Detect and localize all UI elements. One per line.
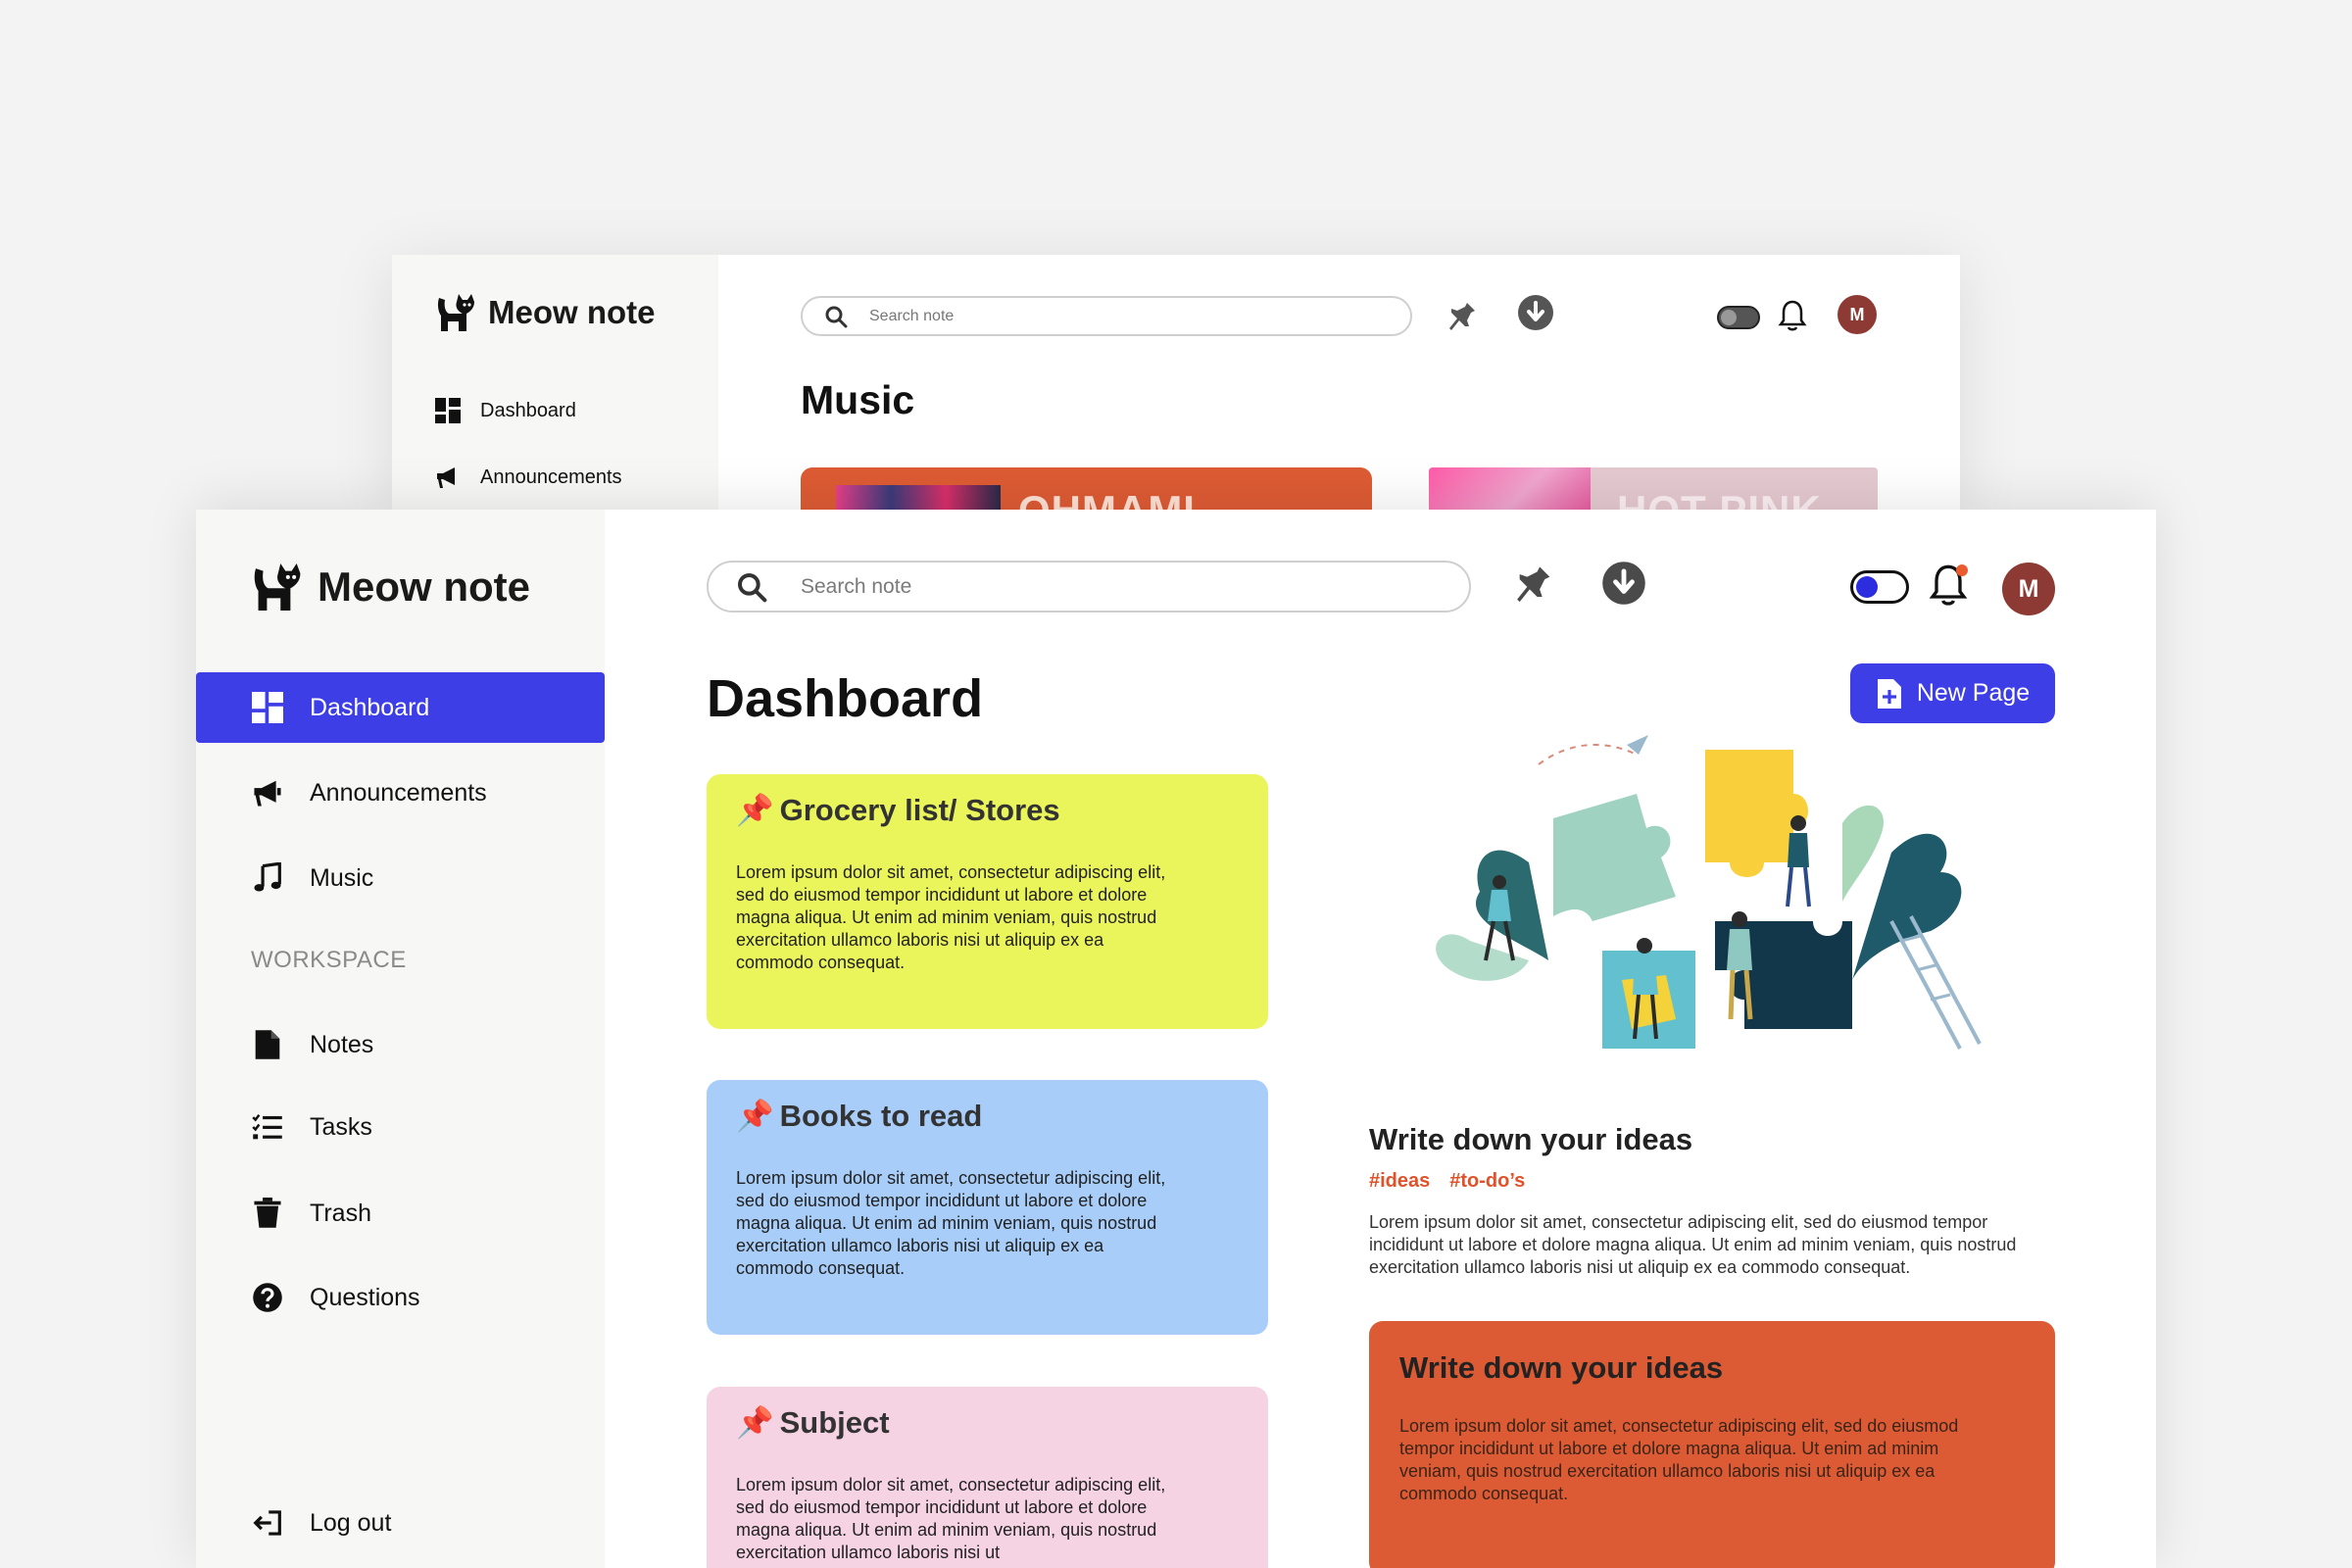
page-title: Dashboard [707, 669, 984, 728]
back-avatar[interactable]: M [1838, 295, 1877, 334]
idea-card[interactable]: Write down your ideas Lorem ipsum dolor … [1369, 1321, 2055, 1568]
back-card-title: HOT PINK [1617, 487, 1822, 510]
theme-toggle[interactable] [1850, 570, 1909, 604]
note-title: Subject [779, 1404, 890, 1440]
back-sidebar: Meow note Dashboard Announcements [392, 255, 718, 510]
search-icon [825, 306, 848, 327]
add-file-icon [1877, 678, 1901, 709]
note-body: Lorem ipsum dolor sit amet, consectetur … [736, 1475, 1166, 1562]
back-card-title: OHMAMI [1018, 487, 1196, 510]
tag[interactable]: #to-do’s [1449, 1170, 1525, 1193]
tag-list: #ideas #to-do’s [1369, 1170, 1525, 1193]
back-music-card-1[interactable]: OHMAMI [801, 467, 1372, 510]
puzzle-illustration [1436, 735, 1982, 1050]
back-page-title: Music [801, 377, 915, 422]
back-search-input[interactable]: Search note [801, 296, 1412, 336]
back-music-card-2[interactable]: HOT PINK [1429, 467, 1878, 510]
album-cover-image [1429, 467, 1591, 510]
sidebar-item-label: Trash [310, 1199, 371, 1227]
workspace-section-label: WORKSPACE [251, 947, 407, 973]
note-card-grocery[interactable]: 📌 Grocery list/ Stores Lorem ipsum dolor… [707, 774, 1268, 1029]
new-page-button[interactable]: New Page [1850, 663, 2055, 723]
question-icon [251, 1281, 284, 1314]
trash-icon [251, 1197, 284, 1230]
sidebar-item-dashboard[interactable]: Dashboard [196, 672, 605, 743]
avatar[interactable]: M [2002, 563, 2055, 615]
note-card-books[interactable]: 📌 Books to read Lorem ipsum dolor sit am… [707, 1080, 1268, 1335]
app-window: Meow note Dashboard Announcements Music … [196, 510, 2156, 1568]
pushpin-icon: 📌 [736, 793, 774, 827]
logout-icon [251, 1506, 284, 1540]
back-nav-dashboard[interactable]: Dashboard [435, 398, 576, 423]
dashboard-icon [251, 691, 284, 724]
megaphone-icon [251, 776, 284, 809]
sidebar-item-notes[interactable]: Notes [196, 1009, 605, 1080]
idea-title: Write down your ideas [1369, 1122, 1693, 1156]
sidebar-item-label: Announcements [310, 778, 487, 807]
back-nav-label: Announcements [480, 466, 622, 488]
back-app-name: Meow note [488, 294, 656, 330]
album-cover-image [836, 485, 1001, 510]
search-icon [738, 572, 767, 602]
idea-body: Lorem ipsum dolor sit amet, consectetur … [1369, 1212, 2017, 1277]
sidebar-item-label: Tasks [310, 1112, 372, 1141]
back-nav-label: Dashboard [480, 399, 576, 421]
sidebar-item-tasks[interactable]: Tasks [196, 1092, 605, 1162]
new-page-label: New Page [1916, 679, 2031, 707]
cat-logo-icon [254, 564, 301, 611]
sidebar-item-announcements[interactable]: Announcements [196, 758, 605, 828]
back-search-placeholder: Search note [869, 307, 955, 324]
back-nav-announcements[interactable]: Announcements [435, 465, 622, 490]
toggle-knob [1856, 576, 1878, 598]
tag[interactable]: #ideas [1369, 1170, 1430, 1193]
sidebar-item-trash[interactable]: Trash [196, 1178, 605, 1249]
dashboard-icon [435, 398, 461, 423]
app-name: Meow note [318, 564, 530, 610]
note-title: Books to read [779, 1098, 983, 1133]
notifications-button[interactable] [1929, 563, 1968, 612]
pin-icon[interactable] [1446, 297, 1481, 334]
pushpin-icon: 📌 [736, 1405, 774, 1440]
cat-logo-icon [437, 294, 474, 331]
checklist-icon [251, 1110, 284, 1144]
megaphone-icon [437, 467, 455, 488]
download-icon[interactable] [1601, 561, 1646, 606]
sidebar-item-label: Music [310, 863, 374, 892]
search-bar[interactable] [707, 561, 1471, 612]
back-logo: Meow note [435, 292, 656, 333]
note-body: Lorem ipsum dolor sit amet, consectetur … [736, 862, 1166, 972]
back-theme-toggle[interactable] [1717, 306, 1760, 329]
logo: Meow note [251, 561, 530, 613]
sidebar-item-questions[interactable]: Questions [196, 1262, 605, 1333]
background-app-window: Meow note Dashboard Announcements Search… [392, 255, 1960, 510]
note-card-subject[interactable]: 📌 Subject Lorem ipsum dolor sit amet, co… [707, 1387, 1268, 1568]
pushpin-icon: 📌 [736, 1099, 774, 1133]
sidebar: Meow note Dashboard Announcements Music … [196, 510, 605, 1568]
note-title: Grocery list/ Stores [779, 792, 1060, 827]
pin-icon[interactable] [1512, 559, 1557, 608]
logout-button[interactable]: Log out [196, 1488, 605, 1558]
download-icon[interactable] [1517, 294, 1554, 331]
bell-icon[interactable] [1778, 299, 1807, 332]
logout-label: Log out [310, 1508, 392, 1537]
document-icon [251, 1028, 284, 1061]
search-input[interactable] [801, 574, 1389, 599]
idea-card-title: Write down your ideas [1399, 1350, 1724, 1385]
sidebar-item-label: Questions [310, 1283, 420, 1311]
sidebar-item-label: Notes [310, 1030, 374, 1058]
music-note-icon [251, 861, 284, 895]
sidebar-item-music[interactable]: Music [196, 843, 605, 913]
idea-card-body: Lorem ipsum dolor sit amet, consectetur … [1399, 1416, 1959, 1503]
sidebar-item-label: Dashboard [310, 693, 430, 721]
note-body: Lorem ipsum dolor sit amet, consectetur … [736, 1168, 1166, 1278]
notification-dot [1956, 564, 1968, 576]
